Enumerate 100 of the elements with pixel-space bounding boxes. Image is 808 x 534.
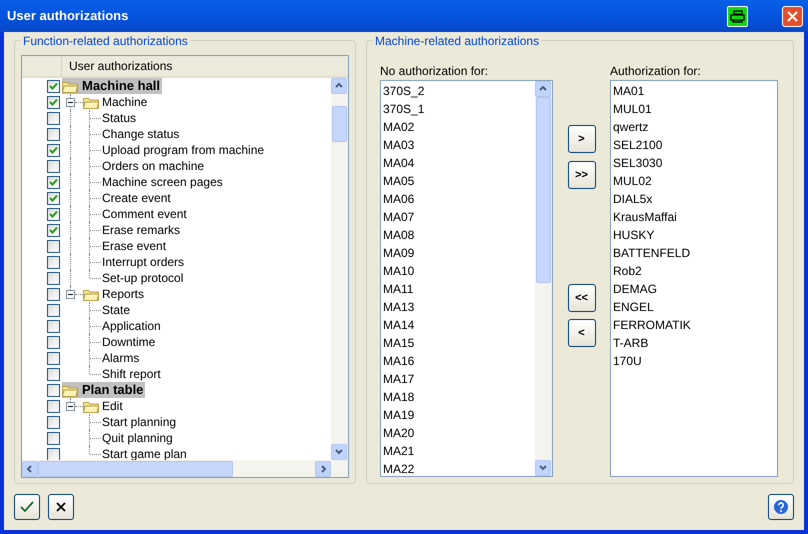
close-button[interactable] bbox=[782, 6, 803, 26]
list-item[interactable]: T-ARB bbox=[613, 334, 777, 352]
list-item[interactable]: MA21 bbox=[383, 442, 535, 460]
help-button[interactable] bbox=[768, 494, 794, 520]
list-item[interactable]: BATTENFELD bbox=[613, 244, 777, 262]
checkbox[interactable] bbox=[47, 240, 60, 252]
list-item[interactable]: DEMAG bbox=[613, 280, 777, 298]
list-item[interactable]: MA02 bbox=[383, 118, 535, 136]
checkbox[interactable] bbox=[47, 400, 60, 412]
checkbox[interactable] bbox=[47, 176, 60, 188]
print-button[interactable] bbox=[727, 6, 748, 26]
list-item[interactable]: ENGEL bbox=[613, 298, 777, 316]
list-item[interactable]: Rob2 bbox=[613, 262, 777, 280]
list-item[interactable]: 170U bbox=[613, 352, 777, 370]
list-item[interactable]: FERROMATIK bbox=[613, 316, 777, 334]
list-item[interactable]: MA04 bbox=[383, 154, 535, 172]
tree-item[interactable]: Upload program from machine bbox=[101, 142, 264, 158]
tree-item[interactable]: Machine screen pages bbox=[101, 174, 223, 190]
ok-button[interactable] bbox=[14, 494, 40, 520]
tree-item[interactable]: Machine bbox=[99, 94, 148, 110]
checkbox[interactable] bbox=[47, 432, 60, 444]
list-item[interactable]: MA10 bbox=[383, 262, 535, 280]
scrollbar-thumb[interactable] bbox=[536, 97, 551, 283]
vertical-scrollbar[interactable] bbox=[535, 81, 552, 476]
vertical-scrollbar[interactable] bbox=[331, 78, 348, 460]
checkbox[interactable] bbox=[47, 320, 60, 332]
list-item[interactable]: MA01 bbox=[613, 82, 777, 100]
checkbox[interactable] bbox=[47, 304, 60, 316]
transfer-button[interactable]: > bbox=[568, 125, 596, 153]
list-item[interactable]: SEL2100 bbox=[613, 136, 777, 154]
collapse-icon[interactable] bbox=[66, 290, 75, 298]
cancel-button[interactable] bbox=[48, 494, 74, 520]
list-item[interactable]: 370S_1 bbox=[383, 100, 535, 118]
tree-item[interactable]: Edit bbox=[99, 398, 123, 414]
tree-item[interactable]: Shift report bbox=[101, 366, 161, 382]
tree-item[interactable]: Application bbox=[101, 318, 161, 334]
tree-item[interactable]: Downtime bbox=[101, 334, 156, 350]
scroll-down-button[interactable] bbox=[535, 460, 551, 476]
list-item[interactable]: MA19 bbox=[383, 406, 535, 424]
scrollbar-thumb[interactable] bbox=[38, 460, 233, 476]
tree-item[interactable]: State bbox=[101, 302, 130, 318]
checkbox[interactable] bbox=[47, 144, 60, 156]
collapse-icon[interactable] bbox=[66, 98, 75, 106]
checkbox[interactable] bbox=[47, 96, 60, 108]
tree-item[interactable]: Interrupt orders bbox=[101, 254, 184, 270]
checkbox[interactable] bbox=[47, 192, 60, 204]
scroll-up-button[interactable] bbox=[331, 78, 347, 94]
tree-item[interactable]: Alarms bbox=[101, 350, 140, 366]
list-item[interactable]: SEL3030 bbox=[613, 154, 777, 172]
list-item[interactable]: MA09 bbox=[383, 244, 535, 262]
list-item[interactable]: MA08 bbox=[383, 226, 535, 244]
checkbox[interactable] bbox=[47, 272, 60, 284]
list-item[interactable]: MA05 bbox=[383, 172, 535, 190]
list-item[interactable]: MA20 bbox=[383, 424, 535, 442]
scroll-down-button[interactable] bbox=[331, 444, 347, 460]
checkbox[interactable] bbox=[47, 80, 60, 92]
checkbox[interactable] bbox=[47, 288, 60, 300]
list-item[interactable]: MA22 bbox=[383, 460, 535, 476]
list-item[interactable]: KrausMaffai bbox=[613, 208, 777, 226]
checkbox[interactable] bbox=[47, 224, 60, 236]
scrollbar-thumb[interactable] bbox=[332, 106, 347, 142]
tree-item[interactable]: Quit planning bbox=[101, 430, 173, 446]
list-item[interactable]: MUL02 bbox=[613, 172, 777, 190]
tree-item[interactable]: Orders on machine bbox=[101, 158, 204, 174]
list-item[interactable]: DIAL5x bbox=[613, 190, 777, 208]
list-item[interactable]: MA16 bbox=[383, 352, 535, 370]
transfer-button[interactable]: < bbox=[568, 319, 596, 347]
checkbox[interactable] bbox=[47, 384, 60, 396]
scroll-left-button[interactable] bbox=[22, 460, 38, 476]
tree-item[interactable]: Create event bbox=[101, 190, 171, 206]
checkbox[interactable] bbox=[47, 352, 60, 364]
checkbox[interactable] bbox=[47, 160, 60, 172]
checkbox[interactable] bbox=[47, 336, 60, 348]
tree-item[interactable]: Comment event bbox=[101, 206, 187, 222]
list-item[interactable]: MA07 bbox=[383, 208, 535, 226]
checkbox[interactable] bbox=[47, 416, 60, 428]
list-item[interactable]: MA17 bbox=[383, 370, 535, 388]
list-item[interactable]: MA14 bbox=[383, 316, 535, 334]
list-item[interactable]: qwertz bbox=[613, 118, 777, 136]
list-item[interactable]: 370S_2 bbox=[383, 82, 535, 100]
checkbox[interactable] bbox=[47, 208, 60, 220]
checkbox[interactable] bbox=[47, 128, 60, 140]
tree-item[interactable]: Erase event bbox=[101, 238, 166, 254]
tree-item[interactable]: Change status bbox=[101, 126, 180, 142]
tree-item[interactable]: Status bbox=[101, 110, 136, 126]
collapse-icon[interactable] bbox=[66, 402, 75, 410]
tree-item[interactable]: Reports bbox=[99, 286, 144, 302]
scroll-up-button[interactable] bbox=[535, 81, 551, 97]
scroll-right-button[interactable] bbox=[315, 460, 331, 476]
list-item[interactable]: MA13 bbox=[383, 298, 535, 316]
list-item[interactable]: MA18 bbox=[383, 388, 535, 406]
checkbox[interactable] bbox=[47, 448, 60, 460]
tree-item[interactable]: Set-up protocol bbox=[101, 270, 184, 286]
tree-item[interactable]: Erase remarks bbox=[101, 222, 180, 238]
list-item[interactable]: MA03 bbox=[383, 136, 535, 154]
transfer-button[interactable]: >> bbox=[568, 161, 596, 189]
checkbox[interactable] bbox=[47, 112, 60, 124]
horizontal-scrollbar[interactable] bbox=[22, 460, 348, 477]
tree-item[interactable]: Start planning bbox=[101, 414, 176, 430]
list-item[interactable]: MUL01 bbox=[613, 100, 777, 118]
